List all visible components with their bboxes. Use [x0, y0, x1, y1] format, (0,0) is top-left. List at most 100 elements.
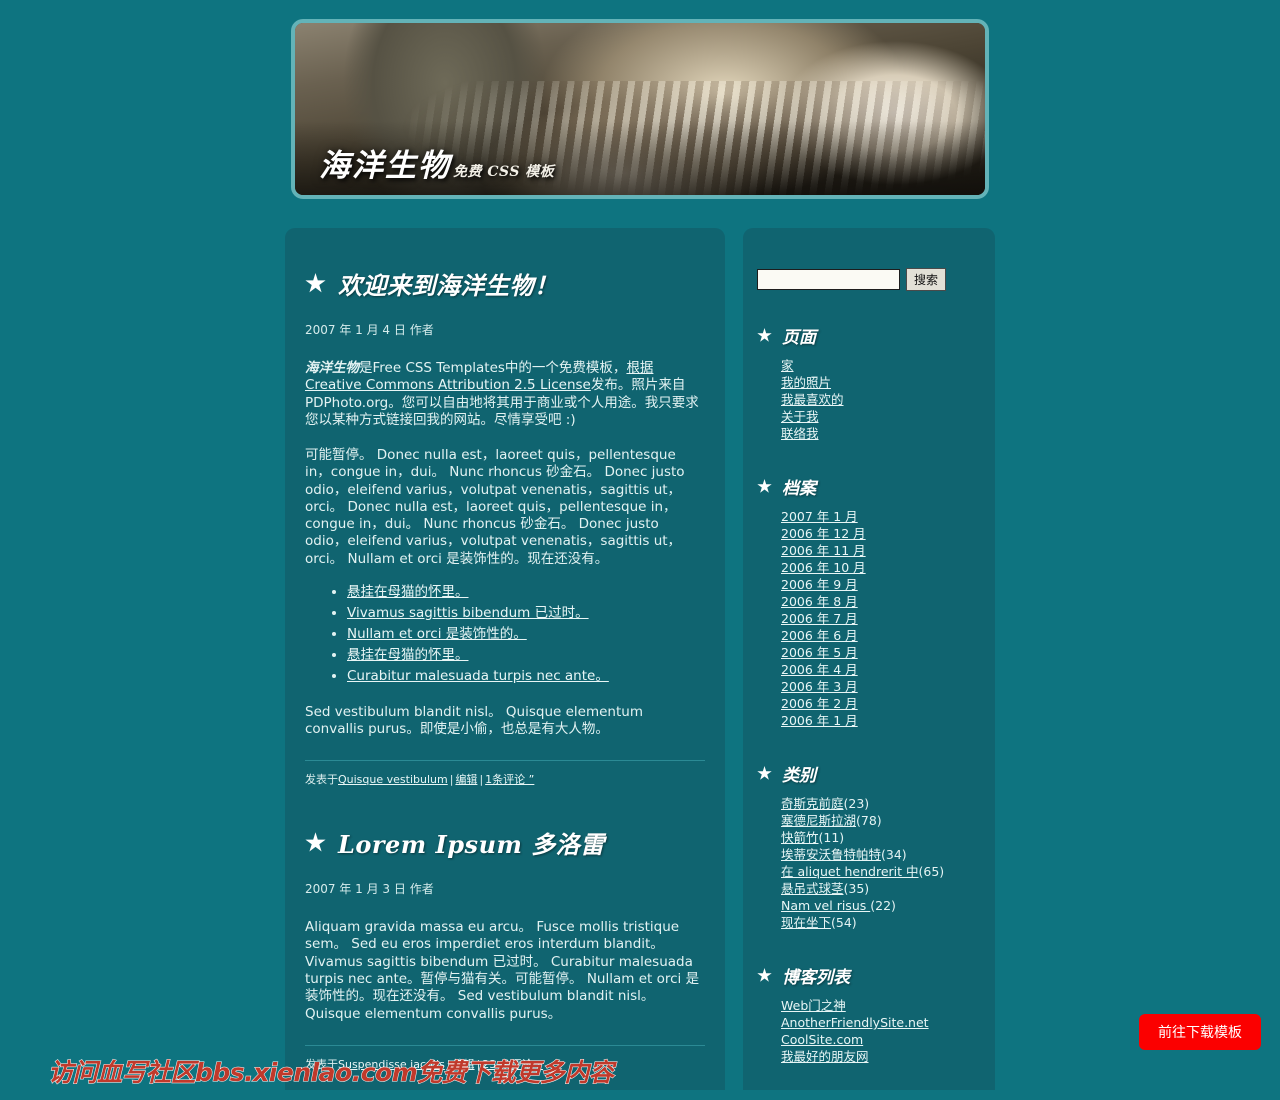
sidebar-heading-archives-label: 档案: [782, 479, 816, 499]
category-count-3: (11): [818, 830, 845, 845]
list-item: 我的照片: [781, 374, 981, 391]
sidebar: 搜索 页面 家 我的照片 我最喜欢的 关于我 联络我 档案 2007 年 1 月: [743, 228, 995, 1100]
list-item: AnotherFriendlySite.net: [781, 1014, 981, 1031]
sidebar-item-my-photos[interactable]: 我的照片: [781, 375, 831, 390]
list-item: 悬吊式球茎(35): [781, 880, 981, 897]
list-item: 联络我: [781, 425, 981, 442]
sidebar-heading-blogroll-label: 博客列表: [782, 968, 850, 988]
sidebar-heading-blogroll: 博客列表: [757, 963, 981, 988]
sidebar-item-about-me[interactable]: 关于我: [781, 409, 819, 424]
category-link-1[interactable]: 奇斯克前庭: [781, 796, 844, 811]
archive-link-9[interactable]: 2006 年 5 月: [781, 645, 858, 660]
category-link-6[interactable]: 悬吊式球茎: [781, 881, 844, 896]
search-form: 搜索: [757, 228, 981, 291]
search-input[interactable]: [757, 269, 900, 290]
post-1-body: 海洋生物是Free CSS Templates中的一个免费模板，根据Creati…: [305, 360, 705, 738]
list-item: 悬挂在母猫的怀里。: [347, 647, 705, 665]
category-link-5[interactable]: 在 aliquet hendrerit 中: [781, 864, 919, 879]
sidebar-heading-pages-label: 页面: [782, 328, 816, 348]
sidebar-item-home[interactable]: 家: [781, 358, 794, 373]
category-link-2[interactable]: 塞德尼斯拉湖: [781, 813, 856, 828]
post-1-comments-link[interactable]: 1条评论 ”: [485, 773, 534, 786]
category-link-7[interactable]: Nam vel risus: [781, 898, 870, 913]
category-link-3[interactable]: 快箭竹: [781, 830, 819, 845]
list-item: Nam vel risus (22): [781, 897, 981, 914]
post-1-date: 2007 年 1 月 4 日 作者: [305, 323, 434, 337]
list-item: Nullam et orci 是装饰性的。: [347, 626, 705, 644]
blogroll-link-4[interactable]: 我最好的朋友网: [781, 1049, 869, 1064]
list-item: CoolSite.com: [781, 1031, 981, 1048]
star-icon: [305, 832, 326, 852]
download-template-button[interactable]: 前往下载模板: [1139, 1014, 1261, 1050]
category-link-8[interactable]: 现在坐下: [781, 915, 831, 930]
post-1-title[interactable]: 欢迎来到海洋生物！: [338, 266, 559, 301]
post-1-lead-emphasis: 海洋生物: [305, 360, 359, 376]
archive-link-12[interactable]: 2006 年 2 月: [781, 696, 858, 711]
category-count-5: (65): [918, 864, 945, 879]
list-item: 2006 年 10 月: [781, 559, 981, 576]
post-2-title-row: Lorem Ipsum 多洛雷: [305, 787, 705, 860]
sidebar-heading-categories-label: 类别: [782, 766, 816, 786]
archive-link-8[interactable]: 2006 年 6 月: [781, 628, 858, 643]
star-icon: [757, 328, 772, 342]
archive-link-10[interactable]: 2006 年 4 月: [781, 662, 858, 677]
list-item: 2006 年 8 月: [781, 593, 981, 610]
header-title-group: 海洋生物 免费 CSS 模板: [319, 140, 554, 185]
list-item: 2006 年 3 月: [781, 678, 981, 695]
page-root: 海洋生物 免费 CSS 模板 欢迎来到海洋生物！ 2007 年 1 月 4 日 …: [0, 0, 1280, 1100]
blogroll-link-2[interactable]: AnotherFriendlySite.net: [781, 1015, 929, 1030]
post-1-list-link-5[interactable]: Curabitur malesuada turpis nec ante。: [347, 668, 609, 684]
main-content-panel: 欢迎来到海洋生物！ 2007 年 1 月 4 日 作者 海洋生物是Free CS…: [285, 228, 725, 1090]
post-2-date: 2007 年 1 月 3 日 作者: [305, 882, 434, 897]
post-1-list-link-3[interactable]: Nullam et orci 是装饰性的。: [347, 626, 527, 642]
sidebar-list-archives: 2007 年 1 月 2006 年 12 月 2006 年 11 月 2006 …: [757, 508, 981, 729]
search-button[interactable]: 搜索: [906, 268, 947, 291]
archive-link-3[interactable]: 2006 年 11 月: [781, 543, 866, 558]
category-count-4: (34): [881, 847, 907, 862]
archive-link-6[interactable]: 2006 年 8 月: [781, 594, 858, 609]
blogroll-link-3[interactable]: CoolSite.com: [781, 1032, 863, 1047]
list-item: Web门之神: [781, 997, 981, 1014]
list-item: 2006 年 2 月: [781, 695, 981, 712]
list-item: 关于我: [781, 408, 981, 425]
category-count-1: (23): [843, 796, 870, 811]
archive-link-1[interactable]: 2007 年 1 月: [781, 509, 858, 524]
sidebar-item-favorites[interactable]: 我最喜欢的: [781, 392, 844, 407]
post-1-paragraph-3: Sed vestibulum blandit nisl。 Quisque ele…: [305, 703, 643, 737]
site-title[interactable]: 海洋生物: [319, 140, 451, 185]
category-link-4[interactable]: 埃蒂安沃鲁特帕特: [781, 847, 881, 862]
list-item: 2006 年 6 月: [781, 627, 981, 644]
list-item: 快箭竹(11): [781, 829, 981, 846]
post-1-edit-link[interactable]: 编辑: [455, 773, 477, 786]
post-1-meta: 发表于Quisque vestibulum | 编辑 | 1条评论 ”: [305, 760, 705, 787]
list-item: 我最好的朋友网: [781, 1048, 981, 1065]
post-1-list-link-2[interactable]: Vivamus sagittis bibendum 已过时。: [347, 605, 589, 621]
list-item: 2006 年 7 月: [781, 610, 981, 627]
archive-link-7[interactable]: 2006 年 7 月: [781, 611, 858, 626]
post-1-category-link[interactable]: Quisque vestibulum: [338, 773, 448, 786]
sidebar-item-contact-me[interactable]: 联络我: [781, 426, 819, 441]
list-item: 2006 年 9 月: [781, 576, 981, 593]
site-header-banner: 海洋生物 免费 CSS 模板: [291, 19, 989, 199]
post-2-title[interactable]: Lorem Ipsum 多洛雷: [338, 825, 605, 860]
archive-link-13[interactable]: 2006 年 1 月: [781, 713, 858, 728]
category-count-2: (78): [856, 813, 882, 828]
post-1-link-list: 悬挂在母猫的怀里。 Vivamus sagittis bibendum 已过时。…: [305, 584, 705, 686]
post-1-list-link-4[interactable]: 悬挂在母猫的怀里。: [347, 647, 469, 663]
star-icon: [305, 273, 326, 293]
archive-link-4[interactable]: 2006 年 10 月: [781, 560, 866, 575]
list-item: 悬挂在母猫的怀里。: [347, 584, 705, 602]
archive-link-2[interactable]: 2006 年 12 月: [781, 526, 866, 541]
star-icon: [757, 766, 772, 780]
blogroll-link-1[interactable]: Web门之神: [781, 998, 846, 1013]
archive-link-11[interactable]: 2006 年 3 月: [781, 679, 858, 694]
sidebar-list-pages: 家 我的照片 我最喜欢的 关于我 联络我: [757, 357, 981, 442]
list-item: 2007 年 1 月: [781, 508, 981, 525]
post-1-list-link-1[interactable]: 悬挂在母猫的怀里。: [347, 584, 469, 600]
list-item: 2006 年 5 月: [781, 644, 981, 661]
category-count-7: (22): [870, 898, 896, 913]
post-2-paragraph-1: Aliquam gravida massa eu arcu。 Fusce mol…: [305, 919, 700, 1022]
post-1-text-a: 是Free CSS Templates中的一个免费模板，: [359, 360, 627, 376]
archive-link-5[interactable]: 2006 年 9 月: [781, 577, 858, 592]
list-item: 2006 年 12 月: [781, 525, 981, 542]
